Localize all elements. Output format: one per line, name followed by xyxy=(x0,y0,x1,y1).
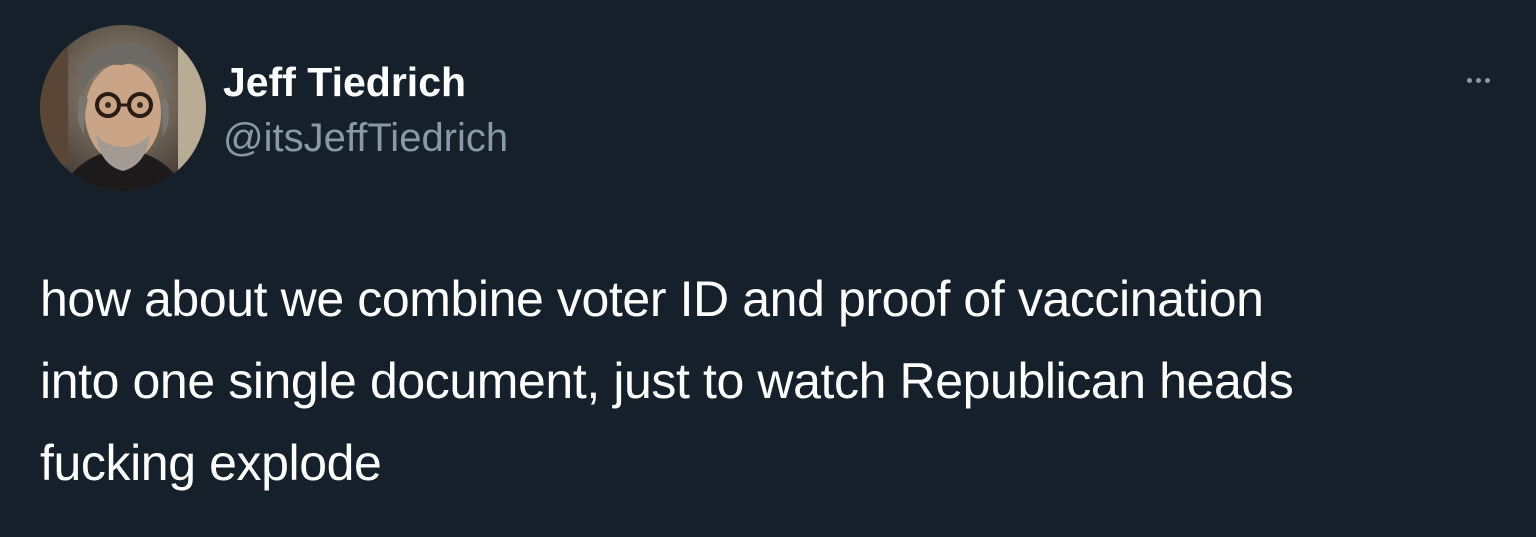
author-avatar[interactable] xyxy=(40,25,206,191)
tweet-text: how about we combine voter ID and proof … xyxy=(40,258,1500,504)
author-handle[interactable]: @itsJeffTiedrich xyxy=(223,112,508,164)
profile-photo-icon xyxy=(40,25,206,191)
tweet-text-line: how about we combine voter ID and proof … xyxy=(40,271,1264,327)
more-options-icon xyxy=(1466,77,1472,83)
more-options-button[interactable] xyxy=(1458,60,1498,100)
tweet-text-line: fucking explode xyxy=(40,435,382,491)
more-options-icon xyxy=(1475,77,1481,83)
tweet-text-line: into one single document, just to watch … xyxy=(40,353,1294,409)
tweet-card: Jeff Tiedrich @itsJeffTiedrich how about… xyxy=(0,0,1536,537)
more-options-icon xyxy=(1484,77,1490,83)
author-name[interactable]: Jeff Tiedrich xyxy=(223,56,466,108)
